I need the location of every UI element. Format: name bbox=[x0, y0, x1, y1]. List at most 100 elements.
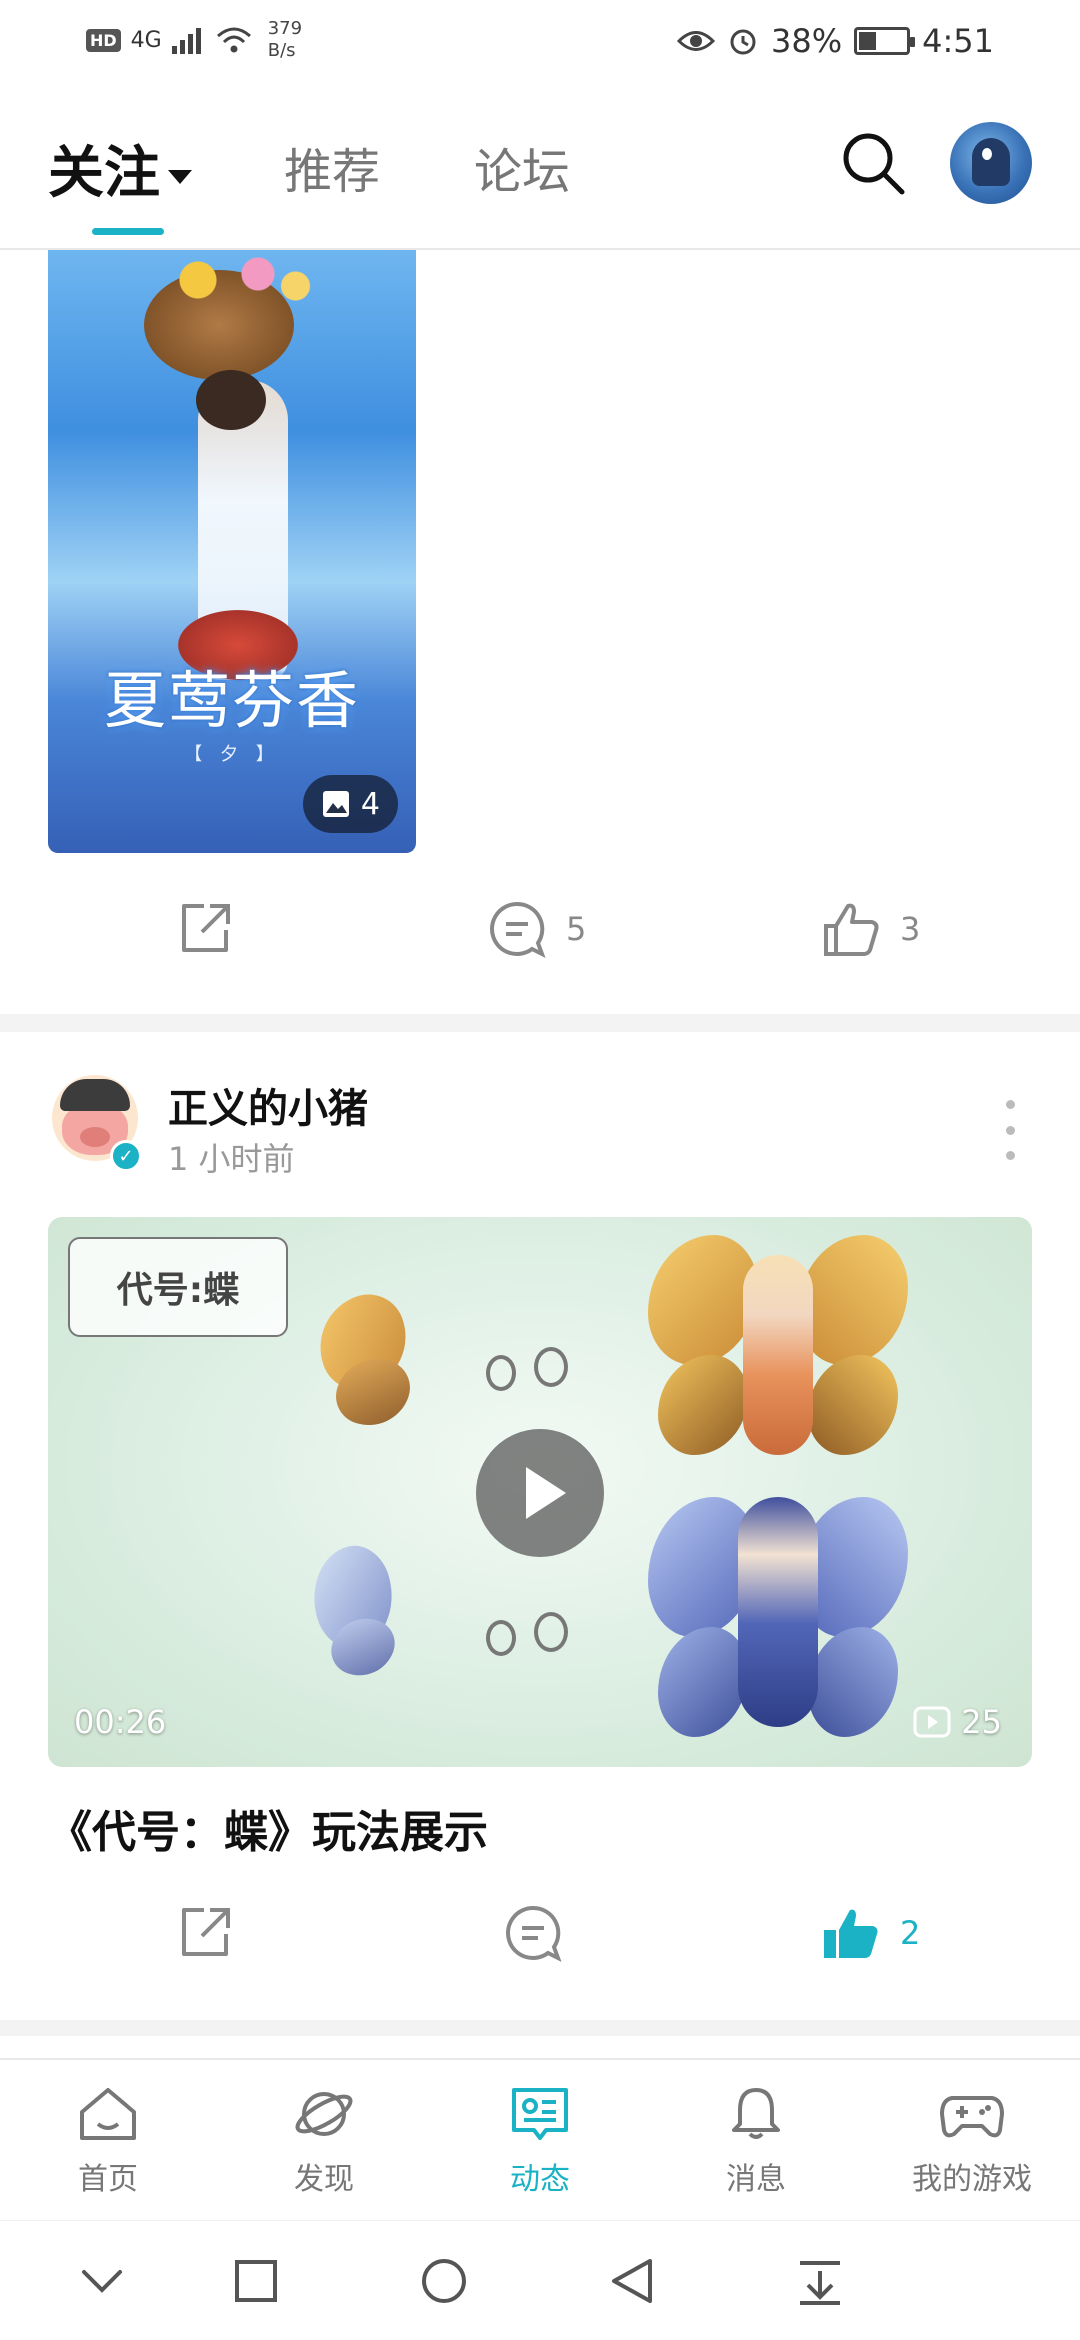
active-tab-indicator bbox=[92, 228, 164, 235]
comment-button[interactable] bbox=[502, 1902, 582, 1964]
home-icon bbox=[80, 2088, 136, 2140]
signal-icon bbox=[171, 28, 201, 54]
like-button[interactable]: 3 bbox=[820, 898, 920, 960]
more-dot-icon bbox=[1005, 1125, 1015, 1135]
thumbs-up-filled-icon bbox=[824, 1909, 878, 1958]
comment-button[interactable]: 5 bbox=[486, 898, 586, 960]
wifi-icon bbox=[216, 27, 251, 53]
eye-icon bbox=[677, 31, 716, 51]
video-thumbnail[interactable]: 代号:蝶 00:26 25 bbox=[48, 1217, 1032, 1767]
fairy-girl-orange-art bbox=[648, 1225, 908, 1475]
status-bar: HD 4G 379 B/s 38% 4:51 bbox=[0, 0, 1080, 80]
share-icon bbox=[182, 904, 230, 952]
post1-actions: 5 3 bbox=[0, 888, 1080, 978]
bell-icon bbox=[732, 2088, 780, 2139]
like-count: 2 bbox=[900, 1914, 921, 1952]
footprints-art bbox=[486, 1612, 616, 1662]
tab-recommend[interactable]: 推荐 bbox=[284, 132, 380, 202]
verified-badge-icon: ✓ bbox=[110, 1140, 142, 1172]
speed-value: 379 bbox=[267, 18, 303, 39]
butterfly-art bbox=[293, 1538, 443, 1697]
search-button[interactable] bbox=[838, 128, 908, 198]
share-icon bbox=[182, 1908, 230, 1956]
fairy-girl-blue-art bbox=[648, 1477, 908, 1757]
like-button[interactable]: 2 bbox=[820, 1902, 920, 1964]
flowers-art bbox=[168, 250, 318, 310]
battery-fill bbox=[859, 32, 877, 50]
pig-hat-art bbox=[60, 1079, 130, 1111]
back-button[interactable] bbox=[600, 2249, 664, 2313]
butterfly-art bbox=[298, 1284, 458, 1437]
comment-count: 5 bbox=[566, 910, 587, 948]
alarm-icon bbox=[730, 29, 756, 55]
clock: 4:51 bbox=[922, 22, 994, 60]
speed-unit: B/s bbox=[267, 40, 296, 61]
feed-icon bbox=[512, 2088, 568, 2140]
tab-following-label: 关注 bbox=[48, 141, 160, 206]
post-divider bbox=[0, 1014, 1080, 1032]
nav-feed[interactable]: 动态 bbox=[460, 2084, 620, 2198]
nav-home[interactable]: 首页 bbox=[28, 2084, 188, 2198]
battery-icon bbox=[854, 27, 916, 55]
video-tag: 代号:蝶 bbox=[68, 1237, 288, 1337]
user-avatar[interactable] bbox=[950, 122, 1032, 204]
status-right: 38% 4:51 bbox=[677, 22, 994, 60]
hd-badge: HD bbox=[86, 28, 121, 52]
image-subtitle-text: 【 夕 】 bbox=[184, 744, 280, 765]
nav-my-games[interactable]: 我的游戏 bbox=[892, 2084, 1052, 2198]
play-count-icon bbox=[913, 1706, 951, 1738]
nav-discover-label: 发现 bbox=[294, 2162, 354, 2197]
nav-discover[interactable]: 发现 bbox=[244, 2084, 404, 2198]
share-button[interactable] bbox=[174, 1902, 236, 1964]
network-speed: 379 B/s bbox=[268, 18, 302, 62]
nav-home-label: 首页 bbox=[78, 2162, 138, 2197]
thumbs-up-icon bbox=[824, 903, 879, 956]
nav-my-games-label: 我的游戏 bbox=[912, 2162, 1032, 2197]
share-button[interactable] bbox=[174, 898, 236, 960]
pig-snout-art bbox=[80, 1127, 110, 1147]
post2-actions: 2 bbox=[0, 1892, 1080, 1982]
video-plays: 25 bbox=[913, 1703, 1002, 1741]
circle-icon bbox=[422, 2259, 466, 2303]
battery-percent: 38% bbox=[771, 22, 843, 60]
comment-icon bbox=[506, 1905, 562, 1963]
nav-messages[interactable]: 消息 bbox=[676, 2084, 836, 2198]
post-image[interactable]: 夏莺芬香 【 夕 】 4 bbox=[48, 250, 416, 853]
more-options-button[interactable] bbox=[996, 1100, 1024, 1160]
post-time: 1 小时前 bbox=[168, 1140, 295, 1178]
chevron-down-icon bbox=[82, 2270, 122, 2293]
download-icon bbox=[800, 2261, 840, 2305]
back-icon bbox=[612, 2259, 652, 2303]
comment-icon bbox=[490, 901, 546, 959]
play-count: 25 bbox=[961, 1703, 1002, 1741]
notification-pull-button[interactable] bbox=[788, 2249, 852, 2313]
nav-feed-label: 动态 bbox=[510, 2162, 570, 2197]
status-left: HD 4G 379 B/s bbox=[86, 18, 302, 62]
bottom-nav: 首页 发现 动态 消息 我的游戏 bbox=[0, 2058, 1080, 2220]
image-count-badge: 4 bbox=[302, 775, 398, 833]
ghost-avatar-image bbox=[972, 138, 1010, 186]
more-dot-icon bbox=[1005, 1151, 1015, 1160]
post-title[interactable]: 《代号：蝶》玩法展示 bbox=[48, 1796, 488, 1860]
search-icon bbox=[843, 133, 905, 195]
system-nav-bar bbox=[0, 2220, 1080, 2340]
square-icon bbox=[235, 2260, 277, 2302]
play-button[interactable] bbox=[476, 1429, 604, 1557]
caret-down-icon bbox=[168, 169, 192, 184]
author-name[interactable]: 正义的小猪 bbox=[168, 1076, 368, 1134]
image-icon bbox=[322, 791, 349, 817]
home-system-button[interactable] bbox=[412, 2249, 476, 2313]
tab-following[interactable]: 关注 bbox=[48, 128, 192, 209]
network-type: 4G bbox=[130, 27, 162, 53]
tab-forum[interactable]: 论坛 bbox=[474, 132, 570, 202]
hide-nav-button[interactable] bbox=[70, 2249, 134, 2313]
hair-art bbox=[196, 370, 266, 430]
top-nav: 关注 推荐 论坛 bbox=[0, 80, 1080, 250]
like-count: 3 bbox=[900, 910, 921, 948]
image-title-text: 夏莺芬香 bbox=[103, 664, 360, 737]
recents-button[interactable] bbox=[224, 2249, 288, 2313]
more-dot-icon bbox=[1005, 1100, 1015, 1109]
planet-icon bbox=[295, 2092, 353, 2136]
video-duration: 00:26 bbox=[74, 1703, 167, 1741]
image-count: 4 bbox=[360, 786, 380, 822]
